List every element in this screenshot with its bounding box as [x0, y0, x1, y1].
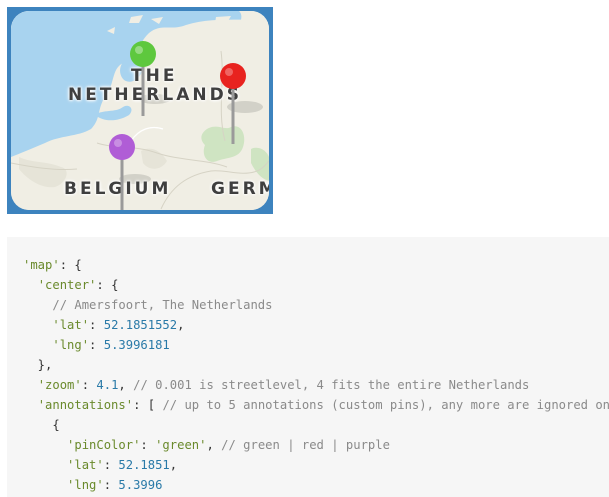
- code-line: // Amersfoort, The Netherlands: [23, 298, 272, 312]
- map-label-germany: GERM: [211, 179, 269, 199]
- code-token: ,: [118, 378, 134, 392]
- code-token: 4.1: [96, 378, 119, 392]
- code-token: 'lng': [52, 338, 90, 352]
- code-token: : {: [59, 258, 82, 272]
- code-block: 'map': { 'center': { // Amersfoort, The …: [7, 237, 609, 497]
- code-token: : [: [133, 398, 163, 412]
- code-line: 'annotations': [ // up to 5 annotations …: [23, 398, 609, 412]
- code-token: 'lat': [67, 458, 104, 472]
- code-token: :: [103, 458, 119, 472]
- code-line: 'map': {: [23, 258, 82, 272]
- code-token: 5.3996: [118, 478, 163, 492]
- code-token: :: [140, 438, 156, 452]
- code-token: :: [103, 478, 119, 492]
- red-pin-icon[interactable]: [218, 62, 248, 144]
- green-pin-icon[interactable]: [128, 40, 158, 122]
- code-token: 'pinColor': [67, 438, 141, 452]
- code-token: {: [23, 418, 60, 432]
- code-token: :: [89, 318, 104, 332]
- code-token: 5.3996181: [103, 338, 170, 352]
- code-token: 'green': [155, 438, 207, 452]
- code-token: },: [23, 358, 53, 372]
- code-line: 'center': {: [23, 278, 119, 292]
- code-line: },: [23, 358, 53, 372]
- code-token: 'lat': [52, 318, 90, 332]
- code-token: :: [89, 338, 104, 352]
- code-token: 'center': [37, 278, 97, 292]
- code-token: ,: [206, 438, 222, 452]
- code-token: 'lng': [67, 478, 104, 492]
- code-line: 'zoom': 4.1, // 0.001 is streetlevel, 4 …: [23, 378, 530, 392]
- code-token: :: [81, 378, 97, 392]
- code-token: 'annotations': [37, 398, 134, 412]
- code-token: ,: [169, 458, 178, 472]
- code-token: 'zoom': [37, 378, 82, 392]
- code-line: 'lng': 5.3996181: [23, 338, 170, 352]
- code-line: 'lng': 5.3996: [23, 478, 162, 492]
- code-token: // green | red | purple: [221, 438, 390, 452]
- code-line: 'lat': 52.1851,: [23, 458, 177, 472]
- code-token: 52.1851552: [103, 318, 178, 332]
- code-token: ,: [177, 318, 185, 332]
- code-line: 'lat': 52.1851552,: [23, 318, 184, 332]
- code-token: 52.1851: [118, 458, 170, 472]
- map-view[interactable]: THE NETHERLANDS BELGIUM GERM: [11, 11, 269, 210]
- map-frame: THE NETHERLANDS BELGIUM GERM: [7, 7, 273, 214]
- code-token: // 0.001 is streetlevel, 4 fits the enti…: [133, 378, 530, 392]
- code-listing: 'map': { 'center': { // Amersfoort, The …: [7, 237, 609, 495]
- purple-pin-icon[interactable]: [107, 133, 137, 210]
- code-token: 'map': [23, 258, 60, 272]
- code-line: 'pinColor': 'green', // green | red | pu…: [23, 438, 390, 452]
- code-token: // up to 5 annotations (custom pins), an…: [162, 398, 609, 412]
- code-token: : {: [96, 278, 119, 292]
- code-line: {: [23, 418, 60, 432]
- code-token: // Amersfoort, The Netherlands: [52, 298, 273, 312]
